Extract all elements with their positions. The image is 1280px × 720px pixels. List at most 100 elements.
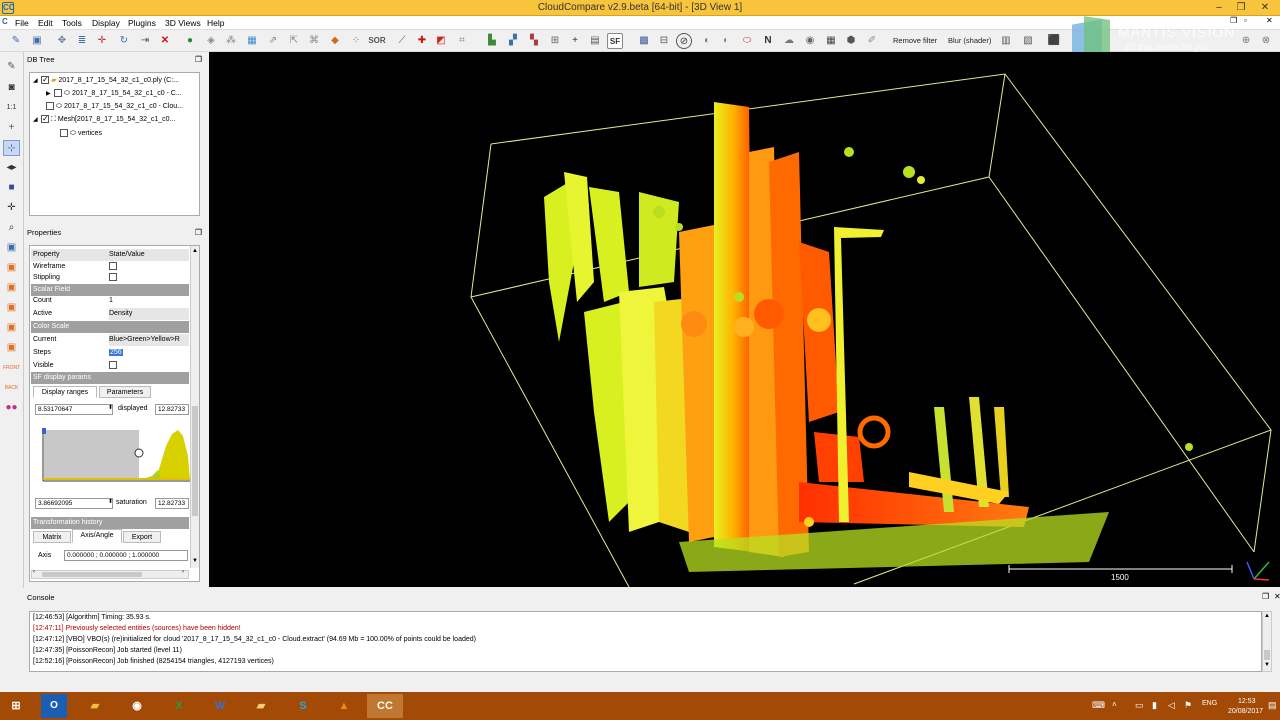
displayed-input[interactable]: 12.82733: [155, 404, 189, 415]
histogram-icon[interactable]: ▙: [484, 33, 500, 49]
shield-icon[interactable]: ◈: [203, 33, 219, 49]
add-sf-icon[interactable]: +: [567, 33, 583, 49]
clock-time[interactable]: 12:53: [1238, 698, 1256, 705]
extra-tool2-icon[interactable]: ⊗: [1258, 33, 1274, 49]
shader-icon[interactable]: ▥: [998, 33, 1014, 49]
float-panel-icon[interactable]: ❐: [195, 54, 202, 66]
visibility-checkbox[interactable]: [41, 113, 49, 125]
blur-shader-button[interactable]: Blur (shader): [948, 36, 991, 45]
point-cloud-render[interactable]: 1500: [209, 52, 1280, 587]
camera-icon[interactable]: ▩: [636, 33, 652, 49]
sf-list-icon[interactable]: ▤: [587, 33, 603, 49]
plane-icon[interactable]: ◩: [433, 33, 449, 49]
sample-icon[interactable]: ●: [182, 33, 198, 49]
axis-input[interactable]: 0.000000 ; 0.000000 ; 1.000000: [64, 550, 188, 561]
close-panel-icon[interactable]: ✕: [1274, 592, 1280, 601]
cube-icon[interactable]: ■: [3, 180, 20, 196]
list-icon[interactable]: ≣: [74, 33, 90, 49]
ssao-icon[interactable]: ☁: [781, 33, 797, 49]
outlook-icon[interactable]: O: [41, 694, 67, 718]
tab-axis-angle[interactable]: Axis/Angle: [72, 529, 122, 543]
skype-icon[interactable]: S: [287, 694, 319, 718]
align-icon[interactable]: ⇱: [286, 33, 302, 49]
view-back-iso-icon[interactable]: BACK: [3, 380, 20, 396]
eye-dome-icon[interactable]: ◉: [802, 33, 818, 49]
menu-plugins[interactable]: Plugins: [125, 17, 159, 29]
visibility-checkbox[interactable]: [54, 89, 62, 98]
sf-gradient-icon[interactable]: ▚: [526, 33, 542, 49]
steps-input[interactable]: 256: [109, 349, 123, 356]
remove-filter-button[interactable]: Remove filter: [893, 36, 937, 45]
normals-icon[interactable]: ⇗: [265, 33, 281, 49]
menu-help[interactable]: Help: [204, 17, 227, 29]
clock-date[interactable]: 20/08/2017: [1228, 708, 1263, 715]
rotate-icon[interactable]: ◂▸: [3, 160, 20, 176]
paint-icon[interactable]: ✐: [864, 33, 880, 49]
language-indicator[interactable]: ENG: [1202, 700, 1217, 707]
scroll-up-icon[interactable]: ▲: [192, 248, 198, 254]
view-left-icon[interactable]: ▣: [3, 280, 20, 296]
vlc-icon[interactable]: ▲: [328, 694, 360, 718]
folder-icon[interactable]: ▰: [245, 694, 277, 718]
slice-icon[interactable]: ⟋: [394, 33, 410, 49]
save-icon[interactable]: ▣: [29, 33, 45, 49]
zoom-icon[interactable]: ⌕: [3, 220, 20, 236]
sf-icon[interactable]: SF: [607, 33, 623, 49]
keyboard-icon[interactable]: ⌨: [1092, 700, 1105, 711]
extra-tool-icon[interactable]: ⊕: [1238, 33, 1254, 49]
min-saturation-input[interactable]: 3.86692095: [35, 498, 113, 509]
minimize-button[interactable]: –: [1208, 0, 1230, 15]
view-front-iso-icon[interactable]: FRONT: [3, 360, 20, 376]
colors-icon[interactable]: ●●: [3, 400, 20, 416]
ambient-icon[interactable]: ◐: [718, 33, 734, 49]
flag-icon[interactable]: ⚑: [1184, 700, 1192, 711]
network-icon[interactable]: ▮: [1152, 700, 1157, 711]
explorer-icon[interactable]: ▰: [79, 694, 111, 718]
sor-filter-icon[interactable]: SOR: [367, 33, 387, 49]
menu-tools[interactable]: Tools: [59, 17, 85, 29]
point-pick-icon[interactable]: ✛: [94, 33, 110, 49]
scroll-left-icon[interactable]: ‹: [33, 569, 35, 575]
tab-export[interactable]: Export: [123, 531, 161, 543]
min-display-input[interactable]: 8.53170647: [35, 404, 113, 415]
scroll-up-icon[interactable]: ▲: [1264, 613, 1270, 619]
compare-icon[interactable]: ⌘: [306, 33, 322, 49]
hexagon-icon[interactable]: ⬢: [843, 33, 859, 49]
tree-item[interactable]: ⬭ 2017_8_17_15_54_32_c1_c0 - Clou...: [46, 101, 183, 113]
volume-icon[interactable]: ◁: [1168, 700, 1175, 711]
tree-item[interactable]: ◢▰ 2017_8_17_15_54_32_c1_c0.ply (C:...: [33, 74, 179, 87]
tab-display-ranges[interactable]: Display ranges: [33, 386, 97, 398]
excel-icon[interactable]: X: [163, 694, 195, 718]
scrollbar-thumb[interactable]: [192, 406, 198, 516]
grid-icon[interactable]: ⊟: [656, 33, 672, 49]
normals-n-icon[interactable]: N: [760, 33, 776, 49]
histogram[interactable]: [40, 426, 190, 486]
visibility-checkbox[interactable]: [46, 102, 54, 111]
tab-matrix[interactable]: Matrix: [33, 531, 71, 543]
cloudcompare-icon[interactable]: CC: [367, 694, 403, 718]
close-button[interactable]: ✕: [1254, 0, 1276, 15]
view-right-icon[interactable]: ▣: [3, 320, 20, 336]
collapse-icon[interactable]: ◢: [33, 75, 41, 87]
view-front-icon[interactable]: ▣: [3, 260, 20, 276]
cloud-icon[interactable]: ⁘: [348, 33, 364, 49]
scroll-down-icon[interactable]: ▼: [192, 558, 198, 564]
sf-filter-icon[interactable]: ⊞: [547, 33, 563, 49]
visibility-checkbox[interactable]: [41, 74, 49, 86]
bounding-box-icon[interactable]: ▦: [244, 33, 260, 49]
cross-section-icon[interactable]: ✚: [414, 33, 430, 49]
mdi-maximize-button[interactable]: ▫: [1244, 16, 1247, 25]
color-scale-select[interactable]: Blue>Green>Yellow>R: [109, 334, 189, 346]
word-icon[interactable]: W: [204, 694, 236, 718]
horizontal-scrollbar[interactable]: ‹ ›: [31, 569, 189, 579]
pan-icon[interactable]: ✛: [3, 200, 20, 216]
maximize-button[interactable]: ❐: [1230, 0, 1252, 15]
camera-view-icon[interactable]: ◙: [3, 80, 20, 96]
matrix-icon[interactable]: ▦: [823, 33, 839, 49]
segment-icon[interactable]: ⇥: [137, 33, 153, 49]
float-panel-icon[interactable]: ❐: [195, 227, 202, 239]
saturation-input[interactable]: 12.82733: [155, 498, 189, 509]
mdi-close-button[interactable]: ✕: [1266, 16, 1273, 25]
render-icon[interactable]: ▧: [1020, 33, 1036, 49]
3d-view[interactable]: 1500: [209, 52, 1280, 587]
